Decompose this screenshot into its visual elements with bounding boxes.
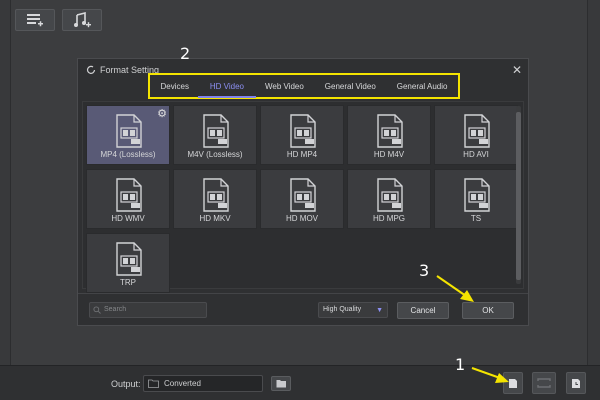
arrow-to-ok-icon: [436, 275, 474, 302]
annotation-arrows: [436, 275, 509, 383]
arrow-to-format-button-icon: [471, 367, 509, 383]
